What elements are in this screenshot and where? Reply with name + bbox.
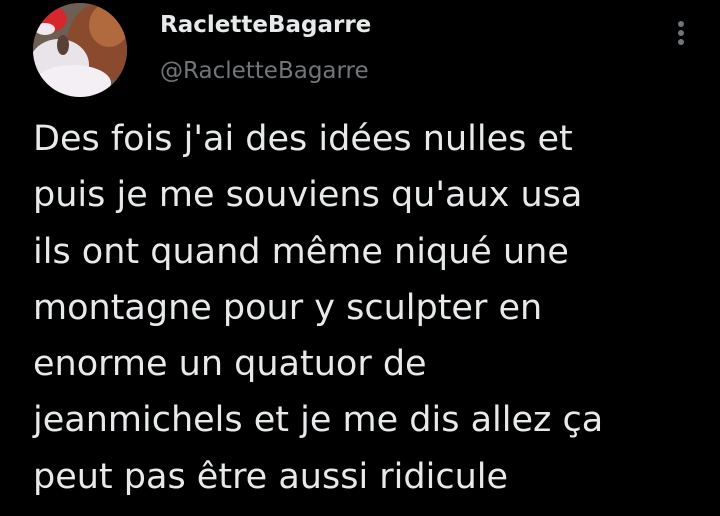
tweet-author: RacletteBagarre @RacletteBagarre [160,10,371,86]
tweet-text-line: peut pas être aussi ridicule [33,456,509,497]
tweet-text-line: Des fois j'ai des idées nulles et [33,119,573,159]
more-options-button[interactable] [664,14,698,52]
vertical-ellipsis-icon [678,21,684,45]
author-handle[interactable]: @RacletteBagarre [160,56,371,86]
tweet-text: Des fois j'ai des idées nulles et puis j… [33,111,713,505]
tweet-text-line: ils ont quand même niqué une [33,231,569,272]
tweet-text-line: enorme un quatuor de [33,344,427,385]
avatar-image [33,3,127,97]
tweet-text-line: jeanmichels et je me dis allez ça [33,400,604,441]
tweet-card: RacletteBagarre @RacletteBagarre Des foi… [0,0,720,516]
tweet-text-line: montagne pour y sculpter en [33,287,543,328]
avatar[interactable] [33,3,127,97]
author-display-name[interactable]: RacletteBagarre [160,10,371,40]
tweet-text-line: puis je me souviens qu'aux usa [33,175,583,216]
